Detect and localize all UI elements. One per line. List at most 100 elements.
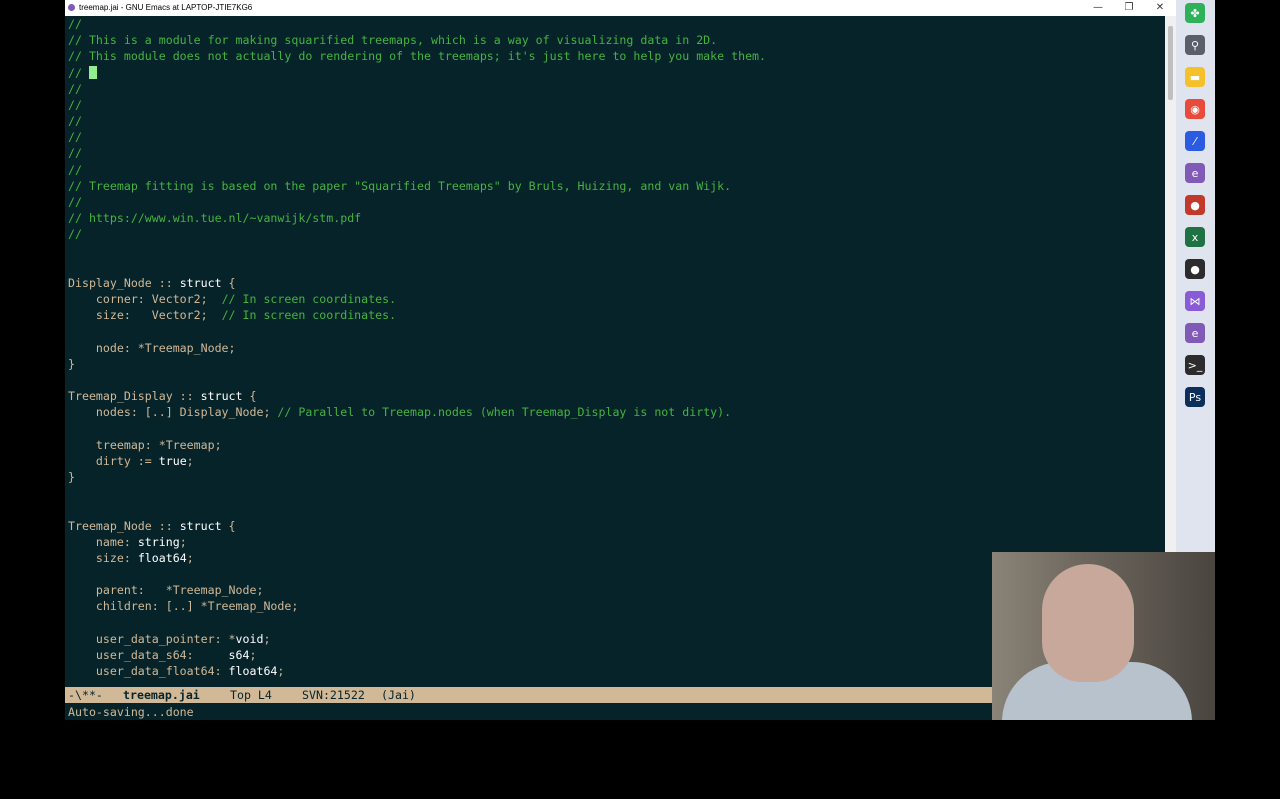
code-text: { <box>242 389 257 404</box>
code-text: nodes: [..] Display_Node; <box>68 405 278 420</box>
code-comment: // <box>68 81 82 96</box>
code-line[interactable]: children: [..] *Treemap_Node; <box>68 598 298 614</box>
code-line[interactable]: treemap: *Treemap; <box>68 437 222 453</box>
code-text: s64 <box>228 648 250 663</box>
code-line[interactable]: // <box>68 113 82 129</box>
code-line[interactable]: // <box>68 65 97 81</box>
code-comment: // <box>68 146 82 161</box>
code-line[interactable]: // <box>68 97 82 113</box>
code-line[interactable]: dirty := true; <box>68 453 194 469</box>
right-black-bar <box>1215 0 1280 720</box>
code-comment: // In screen coordinates. <box>221 292 397 307</box>
code-text: ; <box>249 648 257 663</box>
code-text: void <box>235 631 264 646</box>
code-text: size: Vector2; <box>68 308 222 323</box>
recorder-icon[interactable]: ● <box>1185 195 1205 215</box>
code-comment: // <box>68 227 82 242</box>
code-text: dirty := <box>68 453 159 468</box>
code-text: ; <box>186 453 194 468</box>
code-comment: // <box>68 17 82 31</box>
minibuffer-message: Auto-saving...done <box>68 705 194 719</box>
code-text: true <box>158 453 187 468</box>
code-text: parent: *Treemap_Node; <box>68 583 264 598</box>
code-line[interactable]: user_data_s64: s64; <box>68 647 257 663</box>
modeline-buffer-name[interactable]: treemap.jai <box>123 687 200 703</box>
code-text: { <box>221 518 236 533</box>
chrome-icon[interactable]: ◉ <box>1185 99 1205 119</box>
code-line[interactable]: node: *Treemap_Node; <box>68 340 236 356</box>
code-line[interactable]: corner: Vector2; // In screen coordinate… <box>68 291 396 307</box>
code-line[interactable]: name: string; <box>68 534 187 550</box>
code-comment: // <box>68 65 89 80</box>
code-line[interactable]: } <box>68 469 75 485</box>
code-line[interactable]: // <box>68 194 82 210</box>
search-icon[interactable]: ⚲ <box>1185 35 1205 55</box>
code-line[interactable]: Treemap_Node :: struct { <box>68 518 236 534</box>
code-line[interactable]: // <box>68 162 82 178</box>
code-line[interactable]: // <box>68 145 82 161</box>
code-line[interactable]: // This module does not actually do rend… <box>68 48 766 64</box>
code-text: name: <box>68 534 138 549</box>
code-comment: // <box>68 97 82 112</box>
code-text: ; <box>179 534 187 549</box>
modeline-position: Top L4 <box>230 688 272 702</box>
code-text: corner: Vector2; <box>68 292 222 307</box>
webcam-person-head <box>1042 564 1134 682</box>
file-explorer-icon[interactable]: ▬ <box>1185 67 1205 87</box>
code-text: string <box>137 534 180 549</box>
code-text: Treemap_Node :: <box>68 518 180 533</box>
code-text: Display_Node :: <box>68 275 180 290</box>
modeline-status: -\**- <box>68 688 103 702</box>
code-line[interactable]: size: float64; <box>68 550 194 566</box>
code-line[interactable]: parent: *Treemap_Node; <box>68 582 264 598</box>
code-line[interactable]: // https://www.win.tue.nl/~vanwijk/stm.p… <box>68 210 361 226</box>
code-text: float64 <box>228 664 278 679</box>
close-button[interactable]: ✕ <box>1145 0 1175 16</box>
code-comment: // <box>68 130 82 145</box>
terminal-icon[interactable]: >_ <box>1185 355 1205 375</box>
code-line[interactable]: // This is a module for making squarifie… <box>68 32 717 48</box>
modeline-major-mode[interactable]: (Jai) <box>381 687 416 703</box>
clover-app-icon[interactable]: ✤ <box>1185 3 1205 23</box>
emacs-icon[interactable]: e <box>1185 163 1205 183</box>
left-black-bar <box>0 0 65 720</box>
maximize-button[interactable]: ❐ <box>1114 0 1144 16</box>
code-line[interactable]: // <box>68 226 82 242</box>
code-line[interactable]: Treemap_Display :: struct { <box>68 388 256 404</box>
emacs-icon-2[interactable]: e <box>1185 323 1205 343</box>
code-text: Treemap_Display :: <box>68 389 201 404</box>
minimize-button[interactable]: — <box>1083 0 1113 16</box>
webcam-overlay <box>992 552 1215 720</box>
visual-studio-icon[interactable]: ⋈ <box>1185 291 1205 311</box>
code-line[interactable]: // Treemap fitting is based on the paper… <box>68 178 731 194</box>
code-text: float64 <box>137 550 187 565</box>
title-bar[interactable]: treemap.jai - GNU Emacs at LAPTOP-JTIE7K… <box>65 0 1176 16</box>
code-text: { <box>221 275 236 290</box>
code-line[interactable]: // <box>68 16 82 32</box>
code-text: treemap: *Treemap; <box>68 437 222 452</box>
excel-icon[interactable]: x <box>1185 227 1205 247</box>
photoshop-icon[interactable]: Ps <box>1185 387 1205 407</box>
code-line[interactable]: Display_Node :: struct { <box>68 275 236 291</box>
code-comment: // <box>68 114 82 129</box>
code-line[interactable]: user_data_pointer: *void; <box>68 631 271 647</box>
code-line[interactable]: // <box>68 129 82 145</box>
code-text: } <box>68 470 75 485</box>
code-line[interactable]: // <box>68 81 82 97</box>
window-title: treemap.jai - GNU Emacs at LAPTOP-JTIE7K… <box>79 3 253 12</box>
emacs-app-icon <box>68 4 75 11</box>
scrollbar-thumb[interactable] <box>1168 26 1173 100</box>
code-line[interactable]: nodes: [..] Display_Node; // Parallel to… <box>68 404 731 420</box>
code-text: user_data_float64: <box>68 664 229 679</box>
code-line[interactable]: } <box>68 356 75 372</box>
obs-icon[interactable]: ● <box>1185 259 1205 279</box>
modeline-vc[interactable]: SVN:21522 <box>302 687 365 703</box>
code-text: struct <box>179 275 222 290</box>
code-line[interactable]: user_data_float64: float64; <box>68 663 285 679</box>
code-editor-icon[interactable]: ⁄ <box>1185 131 1205 151</box>
code-text: user_data_pointer: * <box>68 631 236 646</box>
code-line[interactable]: size: Vector2; // In screen coordinates. <box>68 307 396 323</box>
code-text: ; <box>263 631 271 646</box>
code-comment: // This module does not actually do rend… <box>68 49 767 64</box>
code-comment: // <box>68 194 82 209</box>
